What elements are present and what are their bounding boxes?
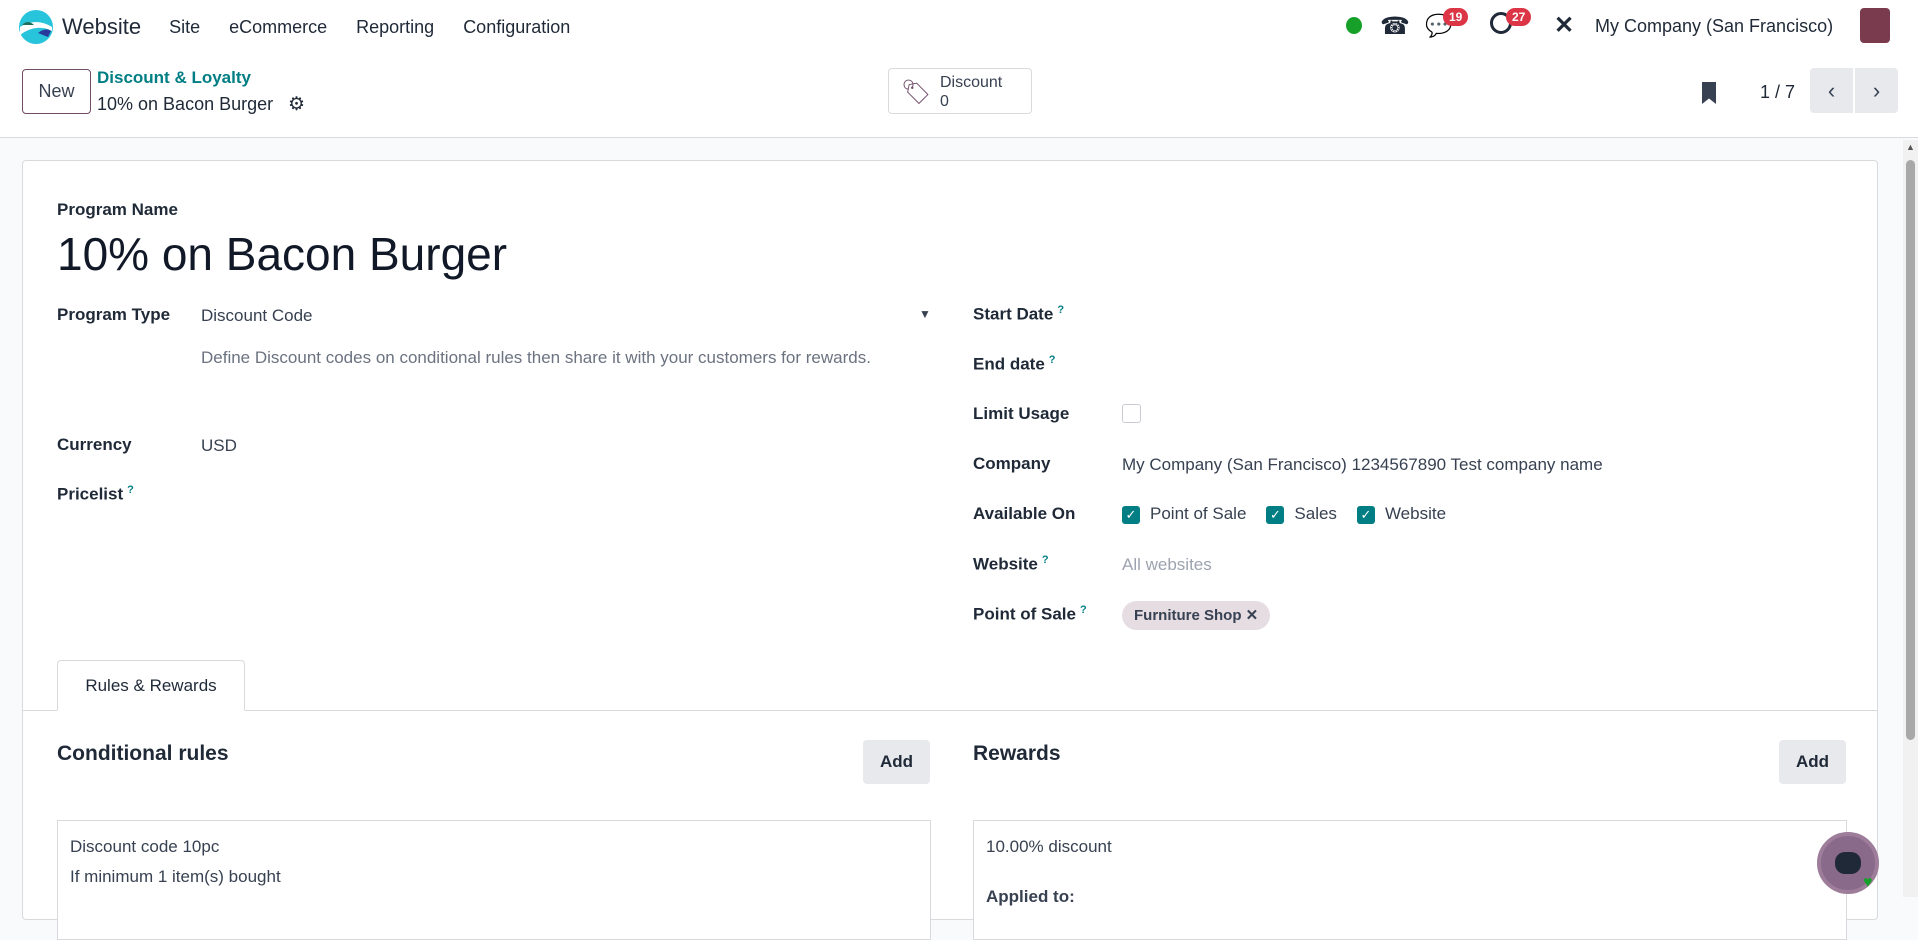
reward-line: 10.00% discount xyxy=(986,837,1112,856)
available-on-group: ✓ Point of Sale ✓ Sales ✓ Website xyxy=(1122,504,1446,524)
program-name-input[interactable]: 10% on Bacon Burger xyxy=(57,227,507,281)
chatbot-button[interactable]: ♥ xyxy=(1817,832,1879,894)
currency-label: Currency xyxy=(57,435,132,454)
robot-icon xyxy=(1835,852,1861,874)
pos-tag: Furniture Shop ✕ xyxy=(1122,601,1271,630)
remove-tag-icon[interactable]: ✕ xyxy=(1246,607,1259,624)
status-online-icon xyxy=(1346,17,1362,34)
company-switcher[interactable]: My Company (San Francisco) xyxy=(1595,16,1833,37)
scroll-up-icon[interactable]: ▲ xyxy=(1906,142,1915,152)
company-field[interactable]: My Company (San Francisco) 1234567890 Te… xyxy=(1122,455,1603,475)
rewards-title: Rewards xyxy=(973,742,1061,765)
tab-rules-rewards[interactable]: Rules & Rewards xyxy=(57,660,245,711)
rule-line: If minimum 1 item(s) bought xyxy=(70,867,281,886)
help-icon[interactable]: ? xyxy=(1049,354,1056,366)
available-website-checkbox[interactable]: ✓ Website xyxy=(1356,504,1447,524)
pos-tag-label: Furniture Shop xyxy=(1134,607,1242,624)
breadcrumb-parent[interactable]: Discount & Loyalty xyxy=(97,68,251,88)
currency-field[interactable]: USD xyxy=(201,436,237,456)
new-button[interactable]: New xyxy=(22,69,91,114)
conditional-rules-title: Conditional rules xyxy=(57,742,229,765)
check-icon: ✓ xyxy=(1122,505,1140,524)
online-heart-icon: ♥ xyxy=(1863,874,1873,891)
website-field[interactable]: All websites xyxy=(1122,555,1212,575)
app-name[interactable]: Website xyxy=(62,14,141,40)
menu-reporting[interactable]: Reporting xyxy=(356,17,434,38)
program-type-help: Define Discount codes on conditional rul… xyxy=(201,348,871,367)
checkbox-label: Website xyxy=(1384,504,1447,523)
activities-badge: 27 xyxy=(1506,8,1532,26)
scrollbar[interactable]: ▲ xyxy=(1903,140,1918,897)
check-icon: ✓ xyxy=(1266,505,1285,524)
website-label-text: Website xyxy=(973,554,1038,574)
program-type-select[interactable]: Discount Code xyxy=(201,306,313,326)
available-on-label: Available On xyxy=(973,504,1076,523)
menu-configuration[interactable]: Configuration xyxy=(463,17,570,38)
limit-usage-label: Limit Usage xyxy=(973,404,1070,423)
pos-label-text: Point of Sale xyxy=(973,604,1076,624)
available-pos-checkbox[interactable]: ✓ Point of Sale xyxy=(1122,504,1246,524)
chevron-down-icon[interactable]: ▼ xyxy=(919,307,931,321)
control-panel: New Discount & Loyalty 10% on Bacon Burg… xyxy=(0,54,1918,138)
program-type-label: Program Type xyxy=(57,305,171,324)
rule-line: Discount code 10pc xyxy=(70,837,220,856)
website-logo-icon[interactable] xyxy=(18,9,54,45)
scrollbar-thumb[interactable] xyxy=(1906,160,1915,740)
help-icon[interactable]: ? xyxy=(127,484,134,496)
add-reward-button[interactable]: Add xyxy=(1779,740,1846,784)
form-sheet: Program Name 10% on Bacon Burger Program… xyxy=(22,160,1878,940)
menu-ecommerce[interactable]: eCommerce xyxy=(229,17,327,38)
checkbox-label: Point of Sale xyxy=(1150,504,1247,523)
smart-button-value: 0 xyxy=(940,93,949,110)
reward-list-item[interactable]: 10.00% discount Applied to: xyxy=(973,820,1847,940)
gear-icon[interactable]: ⚙ xyxy=(288,93,305,116)
end-date-label: End date? xyxy=(973,354,1056,375)
smart-button-label: Discount xyxy=(940,74,1003,91)
pager-next-button[interactable]: › xyxy=(1855,68,1898,113)
reward-line: Applied to: xyxy=(986,887,1075,906)
limit-usage-checkbox[interactable] xyxy=(1122,404,1141,423)
user-avatar[interactable] xyxy=(1860,8,1890,43)
pager-value[interactable]: 1 / 7 xyxy=(1760,82,1795,103)
rule-list-item[interactable]: Discount code 10pc If minimum 1 item(s) … xyxy=(57,820,931,940)
program-name-label: Program Name xyxy=(57,200,178,219)
add-rule-button[interactable]: Add xyxy=(863,740,930,784)
menu-site[interactable]: Site xyxy=(169,17,200,38)
bookmark-icon[interactable] xyxy=(1702,82,1716,104)
phone-icon[interactable]: ☎ xyxy=(1380,12,1410,41)
start-date-label: Start Date? xyxy=(973,304,1064,325)
help-icon[interactable]: ? xyxy=(1080,604,1087,616)
website-label: Website? xyxy=(973,554,1049,575)
checkbox-label: Sales xyxy=(1294,504,1337,523)
discount-smart-button[interactable]: 🏷 Discount 0 xyxy=(888,68,1032,114)
help-icon[interactable]: ? xyxy=(1042,554,1049,566)
tools-icon[interactable]: ✕ xyxy=(1554,11,1574,40)
check-icon: ✓ xyxy=(1356,505,1375,524)
end-date-label-text: End date xyxy=(973,354,1045,374)
available-sales-checkbox[interactable]: ✓ Sales xyxy=(1266,504,1337,524)
breadcrumb-current: 10% on Bacon Burger xyxy=(97,94,274,114)
tabs-divider xyxy=(23,710,1877,711)
pager-previous-button[interactable]: ‹ xyxy=(1810,68,1853,113)
pricelist-label-text: Pricelist xyxy=(57,484,124,504)
pos-label: Point of Sale? xyxy=(973,604,1087,625)
pricelist-label: Pricelist? xyxy=(57,484,134,505)
tag-icon: 🏷 xyxy=(901,79,932,106)
company-label: Company xyxy=(973,454,1051,473)
start-date-label-text: Start Date xyxy=(973,304,1054,324)
help-icon[interactable]: ? xyxy=(1057,304,1064,316)
messages-badge: 19 xyxy=(1443,8,1469,26)
